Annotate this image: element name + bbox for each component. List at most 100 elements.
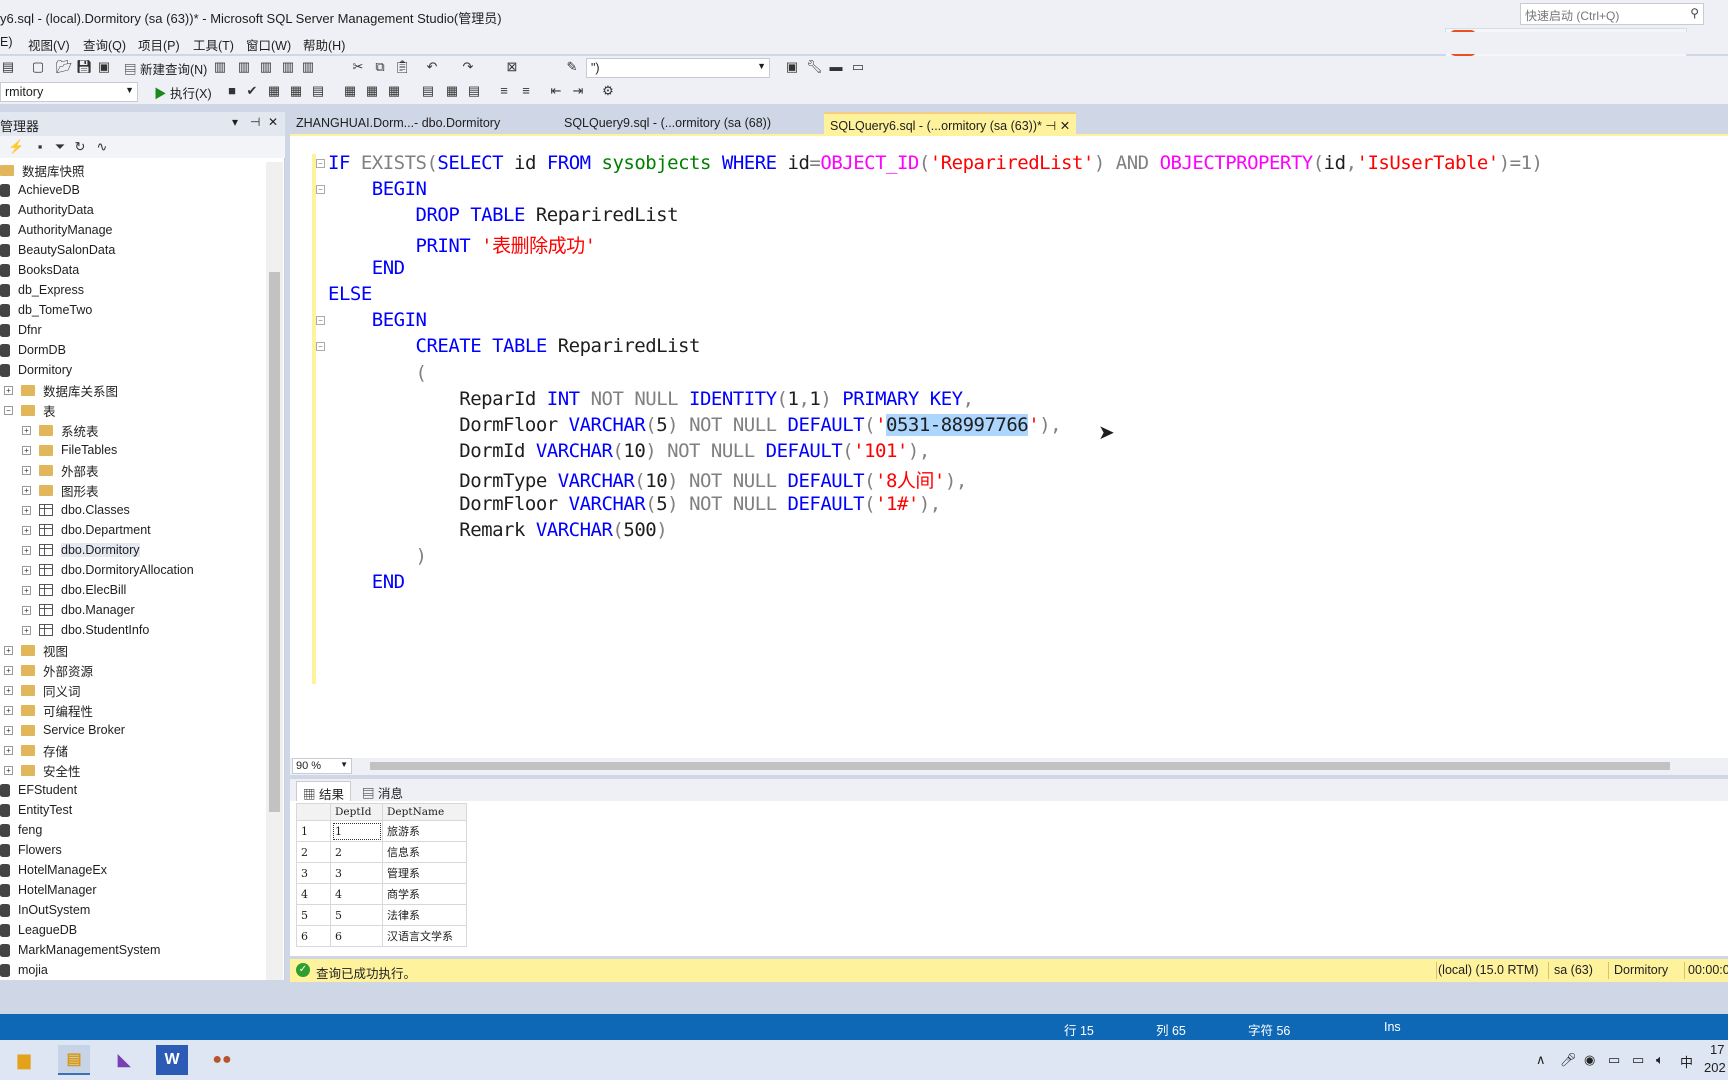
table-row[interactable]: 5 5 法律系 <box>296 904 467 926</box>
code-line[interactable]: ELSE <box>328 283 372 305</box>
tree-node[interactable]: + 外部资源 <box>4 660 93 680</box>
save-icon[interactable]: 💾︎ <box>76 59 93 75</box>
close-icon[interactable]: ✕ <box>268 115 278 129</box>
pin-icon[interactable]: ⊣ <box>250 115 260 129</box>
code-line[interactable]: BEGIN <box>328 178 427 200</box>
tree-node[interactable]: mojia <box>0 960 48 980</box>
expand-icon[interactable]: + <box>22 445 31 455</box>
tree-node[interactable]: feng <box>0 820 42 840</box>
expand-icon[interactable]: + <box>4 645 13 655</box>
volume-icon[interactable]: 🔈︎ <box>1656 1052 1664 1068</box>
pin-icon[interactable]: ⊣ <box>1045 119 1056 133</box>
table-cell[interactable]: 管理系 <box>382 862 467 884</box>
table-cell[interactable]: 信息系 <box>382 841 467 863</box>
row-number-cell[interactable]: 6 <box>296 925 331 947</box>
outdent-icon[interactable]: ⇥ <box>570 83 586 99</box>
code-line[interactable]: BEGIN <box>328 309 427 331</box>
row-number-cell[interactable]: 2 <box>296 841 331 863</box>
column-header[interactable]: DeptName <box>382 803 467 821</box>
check-icon[interactable]: ✔ <box>244 83 260 99</box>
table-cell[interactable]: 1 <box>330 820 383 842</box>
toolbox-icon[interactable]: ▬ <box>828 59 844 75</box>
code-line[interactable]: Remark VARCHAR(500) <box>328 519 667 541</box>
expand-icon[interactable]: + <box>4 725 13 735</box>
toolbar-icon[interactable]: ▦ <box>386 83 402 99</box>
results-grid[interactable]: DeptId DeptName 1 1 旅游系 2 2 信息系 3 3 管理系 4 4 商学系 5 5 法律… <box>290 801 1728 956</box>
toolbar-icon[interactable]: ▤ <box>466 83 482 99</box>
sql-editor[interactable]: IF EXISTS(SELECT id FROM sysobjects WHER… <box>290 134 1728 758</box>
table-cell[interactable]: 4 <box>330 883 383 905</box>
file-explorer-icon[interactable]: ▆ <box>8 1045 40 1075</box>
code-line[interactable]: ) <box>328 545 427 567</box>
results-grid-icon[interactable]: ▦ <box>444 83 460 99</box>
filter-icon[interactable]: ⏷ <box>52 139 68 155</box>
redo-icon[interactable]: ↷ <box>460 59 476 75</box>
wrench-icon[interactable]: 🔧︎ <box>806 59 823 75</box>
toolbar-icon[interactable]: ▦ <box>342 83 358 99</box>
tree-node[interactable]: + 外部表 <box>22 460 99 480</box>
quick-launch-input[interactable]: 快速启动 (Ctrl+Q) ⚲ <box>1520 3 1704 25</box>
code-line[interactable]: END <box>328 571 405 593</box>
code-line[interactable]: ( <box>328 362 427 384</box>
table-cell[interactable]: 3 <box>330 862 383 884</box>
toolbar-icon[interactable]: ▥ <box>300 59 316 75</box>
expand-icon[interactable]: + <box>4 685 13 695</box>
indent-icon[interactable]: ⇤ <box>548 83 564 99</box>
expand-icon[interactable]: + <box>4 665 13 675</box>
save-all-icon[interactable]: ▣ <box>96 59 112 75</box>
table-cell[interactable]: 2 <box>330 841 383 863</box>
code-line[interactable]: PRINT '表删除成功' <box>328 231 597 258</box>
table-cell[interactable]: 商学系 <box>382 883 467 905</box>
visual-studio-icon[interactable]: ◣ <box>108 1045 140 1075</box>
tree-node[interactable]: + dbo.DormitoryAllocation <box>22 560 194 580</box>
battery-icon[interactable]: ▭ <box>1608 1052 1620 1068</box>
tree-node[interactable]: + dbo.Classes <box>22 500 130 520</box>
code-line[interactable]: DROP TABLE RepariredList <box>328 204 679 226</box>
ime-indicator[interactable]: 中 <box>1680 1052 1693 1071</box>
tree-node[interactable]: + Service Broker <box>4 720 125 740</box>
tree-node[interactable]: MarkManagementSystem <box>0 940 160 960</box>
toolbar-icon[interactable]: ▥ <box>280 59 296 75</box>
tree-node[interactable]: Dormitory <box>0 360 72 380</box>
find-combo[interactable]: ") ▼ <box>586 58 770 78</box>
expand-icon[interactable]: + <box>4 385 13 395</box>
refresh-icon[interactable]: ↻ <box>72 139 88 155</box>
toolbar-icon[interactable]: ▣ <box>784 59 800 75</box>
expand-icon[interactable]: + <box>22 585 31 595</box>
tree-node[interactable]: LeagueDB <box>0 920 77 940</box>
expand-icon[interactable]: + <box>22 525 31 535</box>
tree-node[interactable]: DormDB <box>0 340 66 360</box>
toolbar-icon[interactable]: ▤ <box>0 59 16 75</box>
database-selector[interactable]: rmitory ▼ <box>0 82 138 102</box>
code-line[interactable]: DormType VARCHAR(10) NOT NULL DEFAULT('8… <box>328 466 967 493</box>
expand-icon[interactable]: + <box>4 765 13 775</box>
tab-sqlquery6[interactable]: SQLQuery6.sql - (...ormitory (sa (63))* … <box>824 112 1077 134</box>
tree-node[interactable]: db_Express <box>0 280 84 300</box>
toolbar-icon[interactable]: ▦ <box>266 83 282 99</box>
chevron-up-icon[interactable]: ∧ <box>1536 1052 1546 1068</box>
tree-node[interactable]: HotelManager <box>0 880 97 900</box>
tree-node[interactable]: AchieveDB <box>0 180 80 200</box>
tree-node[interactable]: + dbo.ElecBill <box>22 580 126 600</box>
tree-node[interactable]: + 系统表 <box>22 420 99 440</box>
expand-icon[interactable]: + <box>4 705 13 715</box>
tree-node[interactable]: BooksData <box>0 260 79 280</box>
tree-node[interactable]: − 表 <box>4 400 56 420</box>
menu-view[interactable]: 视图(V) <box>28 35 70 54</box>
execute-button[interactable]: ▶ 执行(X) <box>154 83 212 102</box>
table-row[interactable]: 6 6 汉语言文学系 <box>296 925 467 947</box>
expand-icon[interactable]: + <box>22 505 31 515</box>
new-query-button[interactable]: ▤ 新建查询(N) <box>124 59 207 78</box>
toolbar-icon[interactable]: ▦ <box>364 83 380 99</box>
tree-node[interactable]: + dbo.Dormitory <box>22 540 140 560</box>
tree-node[interactable]: Dfnr <box>0 320 42 340</box>
network-icon[interactable]: ▭ <box>1632 1052 1644 1068</box>
row-number-cell[interactable]: 4 <box>296 883 331 905</box>
menu-window[interactable]: 窗口(W) <box>246 35 291 54</box>
tree-node[interactable]: + 可编程性 <box>4 700 93 720</box>
tree-node[interactable]: + FileTables <box>22 440 117 460</box>
toolbar-icon[interactable]: ▥ <box>212 59 228 75</box>
uncomment-icon[interactable]: ≡ <box>518 83 534 99</box>
word-icon[interactable]: W <box>156 1045 188 1075</box>
expand-icon[interactable]: + <box>22 425 31 435</box>
